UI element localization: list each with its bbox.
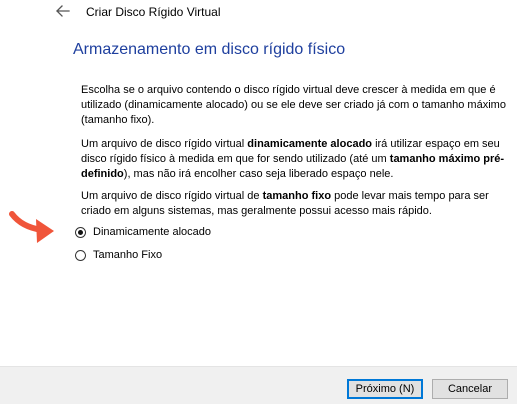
description-paragraph-2: Um arquivo de disco rígido virtual dinam… — [81, 137, 511, 182]
paragraph-text: Um arquivo de disco rígido virtual — [81, 138, 248, 150]
radio-fixed-size[interactable]: Tamanho Fixo — [75, 247, 162, 263]
paragraph-text: ), mas não irá encolher caso seja libera… — [123, 168, 394, 180]
paragraph-bold-text: tamanho fixo — [262, 190, 332, 202]
radio-label[interactable]: Dinamicamente alocado — [93, 226, 211, 238]
window-title: Criar Disco Rígido Virtual — [86, 5, 221, 19]
dialog-footer: Próximo (N) Cancelar — [0, 366, 517, 404]
title-bar: Criar Disco Rígido Virtual — [0, 0, 517, 26]
next-button[interactable]: Próximo (N) — [347, 379, 423, 399]
description-paragraph-3: Um arquivo de disco rígido virtual de ta… — [81, 189, 511, 219]
back-button[interactable] — [54, 3, 74, 19]
cancel-button[interactable]: Cancelar — [432, 379, 508, 399]
radio-button-selected[interactable] — [75, 226, 86, 238]
paragraph-text: Um arquivo de disco rígido virtual de — [81, 190, 263, 202]
page-heading: Armazenamento em disco rígido físico — [73, 41, 346, 58]
paragraph-bold-text: dinamicamente alocado — [247, 138, 373, 150]
radio-label[interactable]: Tamanho Fixo — [93, 249, 162, 261]
radio-button[interactable] — [75, 249, 86, 261]
description-paragraph-1: Escolha se o arquivo contendo o disco rí… — [81, 84, 506, 126]
create-virtual-disk-dialog: Criar Disco Rígido Virtual Armazenamento… — [0, 0, 517, 404]
radio-dynamically-allocated[interactable]: Dinamicamente alocado — [75, 224, 211, 240]
red-arrow-icon — [9, 211, 54, 243]
arrow-left-icon — [56, 5, 70, 17]
